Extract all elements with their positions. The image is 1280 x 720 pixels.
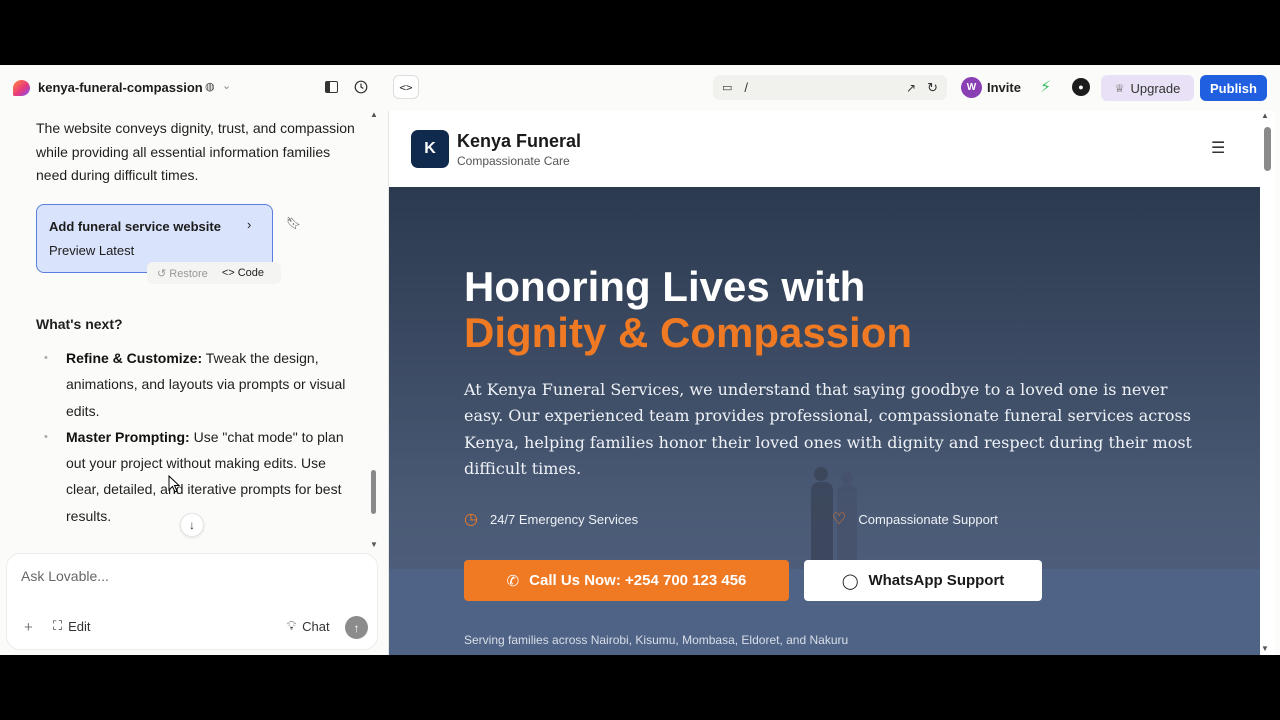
scroll-up-arrow-icon[interactable]: ▲	[370, 110, 378, 119]
url-bar[interactable]: ▭ / ↗ ↻	[713, 75, 947, 100]
pages-icon[interactable]: ▭	[722, 81, 732, 94]
serving-text: Serving families across Nairobi, Kisumu,…	[464, 633, 849, 647]
code-label: Code	[237, 267, 265, 279]
scroll-to-bottom-button[interactable]: ↓	[180, 513, 204, 537]
feature-label: 24/7 Emergency Services	[489, 511, 639, 527]
attach-plus-icon[interactable]: +	[24, 619, 33, 636]
chevron-right-icon[interactable]: ›	[247, 217, 251, 232]
site-logo[interactable]: K	[411, 130, 449, 168]
chat-mode-label: Chat	[302, 618, 330, 634]
chat-input[interactable]	[21, 568, 351, 584]
chat-messages[interactable]: The website conveys dignity, trust, and …	[0, 110, 370, 550]
version-card-title: Add funeral service website	[49, 219, 221, 234]
project-name[interactable]: kenya-funeral-compassion	[38, 80, 203, 95]
whatsapp-button[interactable]: ◯ WhatsApp Support	[804, 560, 1042, 601]
preview-scroll-up-icon[interactable]: ▲	[1261, 111, 1269, 120]
lightbulb-icon: 💡︎	[287, 618, 297, 633]
code-button[interactable]: <> Code	[222, 267, 264, 279]
preview-scroll-down-icon[interactable]: ▼	[1261, 644, 1269, 653]
hero-title-line2: Dignity & Compassion	[464, 309, 913, 356]
url-path[interactable]: /	[744, 80, 748, 95]
hero-title-line1: Honoring Lives with	[464, 263, 866, 310]
whatsapp-label: WhatsApp Support	[868, 572, 1005, 589]
heart-icon: ♡	[832, 511, 847, 528]
call-now-button[interactable]: ✆ Call Us Now: +254 700 123 456	[464, 560, 789, 601]
publish-button[interactable]: Publish	[1200, 75, 1267, 101]
restore-button[interactable]: ↺ Restore	[157, 267, 208, 280]
assistant-message-text: The website conveys dignity, trust, and …	[36, 120, 355, 183]
chat-composer: + ⛶ Edit 💡︎ Chat ↑	[6, 553, 378, 650]
bookmark-icon[interactable]: 🔖︎	[286, 216, 301, 230]
upgrade-label: Upgrade	[1130, 80, 1181, 96]
preview-scrollbar-track[interactable]	[1261, 111, 1275, 655]
chat-scrollbar[interactable]	[371, 470, 376, 514]
edit-label: Edit	[68, 618, 91, 634]
site-header: K Kenya Funeral Compassionate Care ☰	[389, 111, 1260, 187]
feature-support: ♡ Compassionate Support	[832, 509, 998, 529]
supabase-icon[interactable]: ⚡	[1040, 77, 1051, 97]
top-bar: kenya-funeral-compassion ◍ ⌄ <> ▭ / ↗ ↻ …	[0, 65, 1280, 110]
sidebar-toggle-icon[interactable]	[321, 77, 341, 97]
feature-emergency: ◷ 24/7 Emergency Services	[464, 509, 638, 529]
lovable-logo-icon[interactable]	[13, 80, 30, 96]
send-button[interactable]: ↑	[345, 616, 368, 639]
list-item: Master Prompting: Use "chat mode" to pla…	[44, 424, 360, 529]
hero-section: Honoring Lives with Dignity & Compassion…	[389, 187, 1260, 655]
chat-panel: The website conveys dignity, trust, and …	[0, 110, 387, 655]
avatar[interactable]: W	[961, 77, 982, 98]
message-circle-icon: ◯	[841, 572, 859, 590]
list-item-title: Refine & Customize:	[66, 350, 203, 366]
hero-paragraph: At Kenya Funeral Services, we understand…	[464, 380, 1192, 478]
reload-icon[interactable]: ↻	[927, 80, 938, 96]
mouse-cursor-icon	[168, 475, 180, 493]
scroll-down-arrow-icon[interactable]: ▼	[370, 540, 378, 549]
list-item: Refine & Customize: Tweak the design, an…	[44, 345, 360, 424]
crown-icon: ♕	[1114, 82, 1125, 95]
restore-label: Restore	[169, 267, 208, 280]
upgrade-button[interactable]: ♕ Upgrade	[1101, 75, 1194, 101]
hamburger-menu-icon[interactable]: ☰	[1211, 138, 1225, 158]
edit-select-icon: ⛶	[53, 618, 63, 633]
chevron-down-icon[interactable]: ⌄	[222, 79, 231, 92]
open-external-icon[interactable]: ↗	[906, 81, 916, 95]
edit-button[interactable]: ⛶ Edit	[53, 618, 91, 634]
site-preview: K Kenya Funeral Compassionate Care ☰ Hon…	[388, 111, 1275, 655]
phone-icon: ✆	[506, 572, 520, 590]
site-name[interactable]: Kenya Funeral	[457, 131, 581, 152]
invite-button[interactable]: Invite	[987, 80, 1021, 95]
history-icon[interactable]	[351, 77, 371, 97]
version-actions: ↺ Restore <> Code	[147, 262, 281, 284]
visibility-icon: ◍	[205, 81, 215, 93]
preview-scrollbar-thumb[interactable]	[1264, 127, 1271, 171]
next-heading: What's next?	[36, 316, 123, 332]
feature-label: Compassionate Support	[858, 511, 998, 527]
lovable-editor: kenya-funeral-compassion ◍ ⌄ <> ▭ / ↗ ↻ …	[0, 65, 1280, 655]
next-steps-list: Refine & Customize: Tweak the design, an…	[44, 345, 360, 529]
list-item-title: Master Prompting:	[66, 428, 190, 445]
call-now-label: Call Us Now: +254 700 123 456	[529, 572, 747, 589]
chat-mode-button[interactable]: 💡︎ Chat	[287, 618, 330, 634]
clock-icon: ◷	[464, 511, 478, 528]
code-view-icon[interactable]: <>	[393, 75, 419, 99]
version-card-subtitle: Preview Latest	[49, 243, 135, 258]
github-icon[interactable]: ●	[1072, 78, 1090, 96]
site-tagline: Compassionate Care	[457, 154, 570, 168]
